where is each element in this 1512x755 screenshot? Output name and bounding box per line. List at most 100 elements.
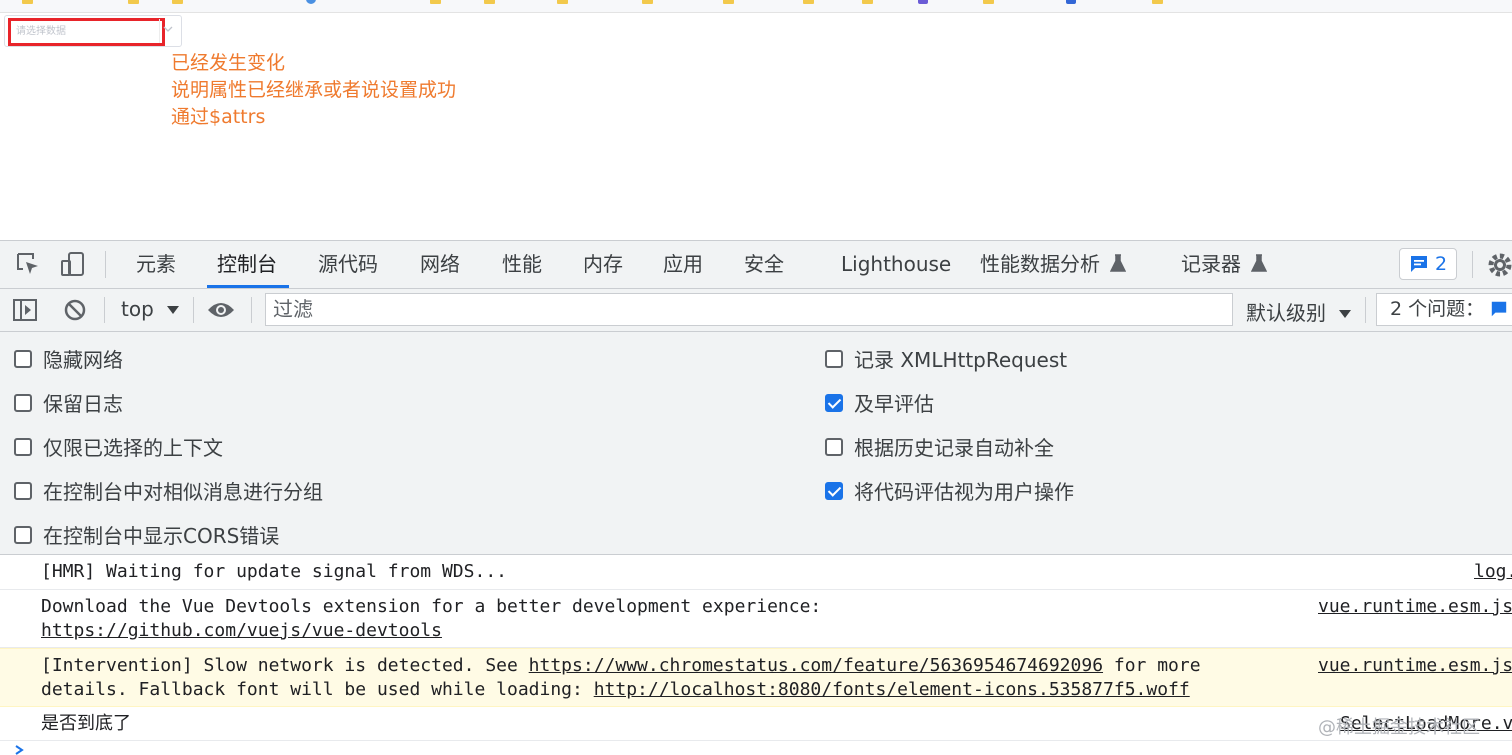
tab-application[interactable]: 应用 xyxy=(663,241,703,288)
checkbox[interactable] xyxy=(825,349,843,368)
bookmark-item[interactable] xyxy=(918,0,928,5)
folder-icon xyxy=(128,0,139,4)
tab-recorder[interactable]: 记录器 xyxy=(1181,241,1268,288)
folder-icon xyxy=(172,0,183,4)
setting-label: 隐藏网络 xyxy=(43,348,123,372)
tab-network[interactable]: 网络 xyxy=(420,241,460,288)
source-link[interactable]: vue.runtime.esm.js xyxy=(1318,654,1512,678)
message-icon xyxy=(1491,301,1507,317)
tab-lighthouse[interactable]: Lighthouse xyxy=(841,241,951,288)
inspect-element-icon[interactable] xyxy=(15,251,41,277)
app-icon xyxy=(918,0,928,4)
bookmark-item[interactable] xyxy=(172,0,183,5)
message-link[interactable]: https://www.chromestatus.com/feature/563… xyxy=(529,655,1103,676)
bookmark-item[interactable] xyxy=(862,0,873,5)
chevron-down-icon[interactable] xyxy=(162,23,174,35)
setting-selected-context-only[interactable]: 仅限已选择的上下文 xyxy=(14,432,223,461)
checkbox[interactable] xyxy=(14,349,32,368)
message-text: for more xyxy=(1103,655,1201,676)
filter-input[interactable]: 过滤 xyxy=(265,293,1233,326)
console-settings: 隐藏网络 保留日志 仅限已选择的上下文 在控制台中对相似消息进行分组 在控制台中… xyxy=(0,332,1512,555)
setting-show-cors-errors[interactable]: 在控制台中显示CORS错误 xyxy=(14,520,279,549)
devtools-panel: 元素 控制台 源代码 网络 性能 内存 应用 安全 Lighthouse 性能数… xyxy=(0,240,1512,755)
setting-preserve-log[interactable]: 保留日志 xyxy=(14,388,123,417)
separator xyxy=(104,297,105,323)
separator xyxy=(1472,251,1473,278)
folder-icon xyxy=(557,0,568,4)
message-line: details. Fallback font will be used whil… xyxy=(41,678,1190,702)
bookmark-item[interactable] xyxy=(642,0,653,5)
bookmark-item[interactable] xyxy=(983,0,994,5)
message-text: [HMR] Waiting for update signal from WDS… xyxy=(41,561,507,582)
gear-icon[interactable] xyxy=(1486,251,1512,279)
checkbox-checked[interactable] xyxy=(825,481,843,500)
message-link[interactable]: http://localhost:8080/fonts/element-icon… xyxy=(594,679,1190,700)
setting-label: 将代码评估视为用户操作 xyxy=(854,480,1074,504)
checkbox[interactable] xyxy=(14,481,32,500)
folder-icon xyxy=(430,0,441,4)
message-text: [Intervention] Slow network is detected.… xyxy=(41,655,529,676)
setting-label: 保留日志 xyxy=(43,392,123,416)
setting-autocomplete-history[interactable]: 根据历史记录自动补全 xyxy=(825,432,1054,461)
tab-console[interactable]: 控制台 xyxy=(207,241,289,288)
bookmark-item[interactable] xyxy=(128,0,139,5)
bookmark-item[interactable] xyxy=(484,0,495,5)
issues-link[interactable]: 2 个问题： xyxy=(1376,293,1512,326)
select-component[interactable]: 请选择数据 xyxy=(4,15,182,47)
checkbox[interactable] xyxy=(14,437,32,456)
checkbox[interactable] xyxy=(14,393,32,412)
bookmark-item[interactable] xyxy=(1152,0,1163,5)
issues-count: 2 xyxy=(1434,253,1448,275)
source-link[interactable]: vue.runtime.esm.js xyxy=(1318,595,1512,619)
bookmark-item[interactable] xyxy=(557,0,568,5)
tab-sources[interactable]: 源代码 xyxy=(318,241,378,288)
bookmark-item[interactable] xyxy=(430,0,441,5)
issues-counter-button[interactable]: 2 xyxy=(1399,248,1457,280)
setting-label: 仅限已选择的上下文 xyxy=(43,436,223,460)
divider xyxy=(159,19,160,43)
tab-elements[interactable]: 元素 xyxy=(136,241,176,288)
sidebar-toggle-icon[interactable] xyxy=(12,298,38,322)
setting-user-activation[interactable]: 将代码评估视为用户操作 xyxy=(825,476,1074,505)
setting-label: 根据历史记录自动补全 xyxy=(854,436,1054,460)
tab-performance-insights[interactable]: 性能数据分析 xyxy=(980,241,1127,288)
bookmark-item[interactable] xyxy=(723,0,734,5)
folder-icon xyxy=(22,0,33,4)
source-link[interactable]: log. xyxy=(1474,560,1512,584)
context-selector[interactable]: top xyxy=(121,297,180,321)
console-message: [HMR] Waiting for update signal from WDS… xyxy=(0,555,1512,590)
annotation-line: 已经发生变化 xyxy=(171,52,286,74)
setting-log-xhr[interactable]: 记录 XMLHttpRequest xyxy=(825,344,1067,373)
message-link[interactable]: https://github.com/vuejs/vue-devtools xyxy=(41,619,442,643)
tab-security[interactable]: 安全 xyxy=(744,241,784,288)
bookmark-item[interactable] xyxy=(1066,0,1076,5)
setting-hide-network[interactable]: 隐藏网络 xyxy=(14,344,123,373)
device-toggle-icon[interactable] xyxy=(60,251,86,277)
setting-label: 在控制台中显示CORS错误 xyxy=(43,524,280,548)
select-input[interactable]: 请选择数据 xyxy=(8,18,165,46)
annotation-line: 通过$attrs xyxy=(171,106,266,128)
clear-console-icon[interactable] xyxy=(63,298,87,322)
eye-icon[interactable] xyxy=(207,299,235,321)
checkbox[interactable] xyxy=(14,525,32,544)
bookmark-item[interactable] xyxy=(803,0,814,5)
tab-memory[interactable]: 内存 xyxy=(583,241,623,288)
bookmark-item[interactable] xyxy=(306,0,316,5)
checkbox[interactable] xyxy=(825,437,843,456)
bookmark-item[interactable] xyxy=(22,0,33,5)
setting-eager-evaluation[interactable]: 及早评估 xyxy=(825,388,934,417)
caret-down-icon xyxy=(1339,310,1352,318)
message-line: [Intervention] Slow network is detected.… xyxy=(41,654,1201,678)
separator xyxy=(1365,297,1366,323)
log-levels-dropdown[interactable]: 默认级别 xyxy=(1246,297,1352,326)
setting-label: 在控制台中对相似消息进行分组 xyxy=(43,480,323,504)
separator xyxy=(193,297,194,323)
app-icon xyxy=(1066,0,1076,4)
setting-group-similar[interactable]: 在控制台中对相似消息进行分组 xyxy=(14,476,323,505)
tab-performance[interactable]: 性能 xyxy=(502,241,542,288)
message-text: Download the Vue Devtools extension for … xyxy=(41,596,822,617)
separator xyxy=(251,297,252,323)
checkbox-checked[interactable] xyxy=(825,393,843,412)
folder-icon xyxy=(484,0,495,4)
console-toolbar: top 过滤 默认级别 2 个问题： xyxy=(0,289,1512,332)
